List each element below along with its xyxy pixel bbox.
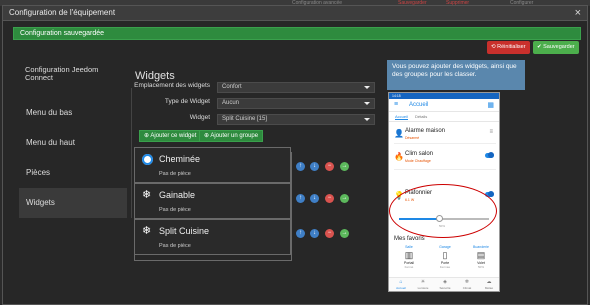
minus-icon[interactable]: − (325, 194, 334, 203)
widget-type-label: Type de Widget (164, 98, 210, 105)
tab-accueil[interactable]: Accueil (395, 114, 408, 120)
more-icon[interactable]: ≡ (489, 129, 493, 135)
widget-item-cheminee[interactable]: Cheminée Pas de pièce (134, 147, 291, 183)
chevron-down-icon (364, 118, 370, 121)
nav-lumiere[interactable]: ☀ Lumière (413, 279, 433, 290)
saved-alert: Configuration sauvegardée (13, 27, 581, 40)
sidebar-item-pieces[interactable]: Pièces (19, 158, 127, 188)
bulb-icon: ☀ (420, 279, 426, 285)
save-button[interactable]: ✔ Sauvegarder (533, 41, 579, 54)
widget-room: Pas de pièce (159, 207, 191, 213)
phone-title: Accueil (409, 102, 429, 108)
favorites-title: Mes favoris (394, 236, 425, 242)
nav-meteo[interactable]: ☁ Météo (479, 279, 499, 290)
sidebar-item-widgets[interactable]: Widgets (19, 188, 127, 218)
minus-icon[interactable]: − (325, 229, 334, 238)
nav-securite[interactable]: ◈ Sécurité (435, 279, 455, 290)
arrow-right-icon[interactable]: → (340, 162, 349, 171)
close-icon[interactable]: × (575, 6, 581, 20)
phone-app-bar: ≡ Accueil ▦ (389, 99, 499, 112)
equipment-config-modal: Configuration de l'équipement × Configur… (2, 5, 588, 305)
divider (131, 88, 132, 218)
highlight-ellipse (389, 184, 497, 238)
phone-row-alarme[interactable]: 👤 Alarme maison Désarmé ≡ (394, 127, 496, 144)
sidebar-header: Configuration Jeedom Connect (25, 65, 99, 82)
menu-icon[interactable]: ≡ (394, 101, 398, 108)
placement-label: Emplacement des widgets (134, 82, 210, 89)
home-icon: ⌂ (399, 279, 403, 285)
arrow-up-icon[interactable]: ↑ (296, 194, 305, 203)
person-icon: 👤 (394, 129, 404, 138)
sidebar: Configuration Jeedom Connect Menu du bas… (19, 66, 127, 218)
fav-porte[interactable]: Garage ▯ Porte Fermée (431, 245, 459, 269)
shutter-icon: ▤ (476, 250, 486, 260)
cloud-icon: ☁ (486, 279, 492, 285)
help-tooltip: Vous pouvez ajouter des widgets, ainsi q… (387, 60, 525, 90)
widget-room: Pas de pièce (159, 171, 191, 177)
flame-icon: 🔥 (394, 152, 404, 161)
reset-button[interactable]: ⟲ Réinitialiser (487, 41, 530, 54)
phone-row-clim[interactable]: 🔥 Clim salon Mode Chauffage (394, 150, 496, 170)
add-group-button[interactable]: ⊕ Ajouter un groupe (199, 130, 264, 142)
arrow-down-icon[interactable]: ↓ (310, 194, 319, 203)
widget-name: Cheminée (159, 154, 201, 164)
widget-item-split-cuisine[interactable]: ❄ Split Cuisine Pas de pièce (134, 219, 291, 255)
sidebar-item-menu-haut[interactable]: Menu du haut (19, 128, 127, 158)
modal-titlebar: Configuration de l'équipement × (3, 6, 587, 21)
widget-item-gainable[interactable]: ❄ Gainable Pas de pièce (134, 183, 291, 219)
arrow-down-icon[interactable]: ↓ (310, 229, 319, 238)
chevron-down-icon (364, 102, 370, 105)
snowflake-icon: ❄ (142, 225, 152, 237)
thermometer-icon: ❄ (464, 279, 470, 285)
page-title: Widgets (135, 70, 175, 82)
arrow-right-icon[interactable]: → (340, 194, 349, 203)
grid-icon[interactable]: ▦ (487, 101, 494, 109)
widget-name: Gainable (159, 190, 196, 200)
power-icon (142, 154, 153, 165)
placement-select[interactable]: Confort (217, 82, 375, 93)
shield-icon: ◈ (443, 279, 447, 285)
sidebar-item-menu-bas[interactable]: Menu du bas (19, 98, 127, 128)
door-icon: ▯ (442, 250, 448, 260)
nav-accueil[interactable]: ⌂ Accueil (391, 279, 411, 290)
nav-climat[interactable]: ❄ Climat (457, 279, 477, 290)
phone-tabs: Accueil Détails (389, 112, 499, 122)
gate-icon: ▥ (404, 250, 414, 260)
arrow-down-icon[interactable]: ↓ (310, 162, 319, 171)
arrow-up-icon[interactable]: ↑ (296, 229, 305, 238)
widget-type-select[interactable]: Aucun (217, 98, 375, 109)
arrow-right-icon[interactable]: → (340, 229, 349, 238)
tab-details[interactable]: Détails (415, 114, 427, 119)
minus-icon[interactable]: − (325, 162, 334, 171)
fav-portail[interactable]: Salle ▥ Portail Fermé (395, 245, 423, 269)
chevron-down-icon (364, 86, 370, 89)
clim-toggle[interactable] (485, 152, 494, 158)
arrow-up-icon[interactable]: ↑ (296, 162, 305, 171)
widget-select[interactable]: Split Cuisine [15] (217, 114, 375, 125)
widget-room: Pas de pièce (159, 243, 191, 249)
modal-title: Configuration de l'équipement (9, 8, 116, 17)
widget-name: Split Cuisine (159, 226, 210, 236)
add-widget-button[interactable]: ⊕ Ajouter ce widget (139, 130, 202, 142)
phone-bottom-nav: ⌂ Accueil ☀ Lumière ◈ Sécurité ❄ Climat ☁ Mét… (389, 277, 499, 291)
widget-label: Widget (189, 114, 210, 121)
snowflake-icon: ❄ (142, 189, 152, 201)
fav-volet[interactable]: Buanderie ▤ Volet 50% (467, 245, 495, 269)
